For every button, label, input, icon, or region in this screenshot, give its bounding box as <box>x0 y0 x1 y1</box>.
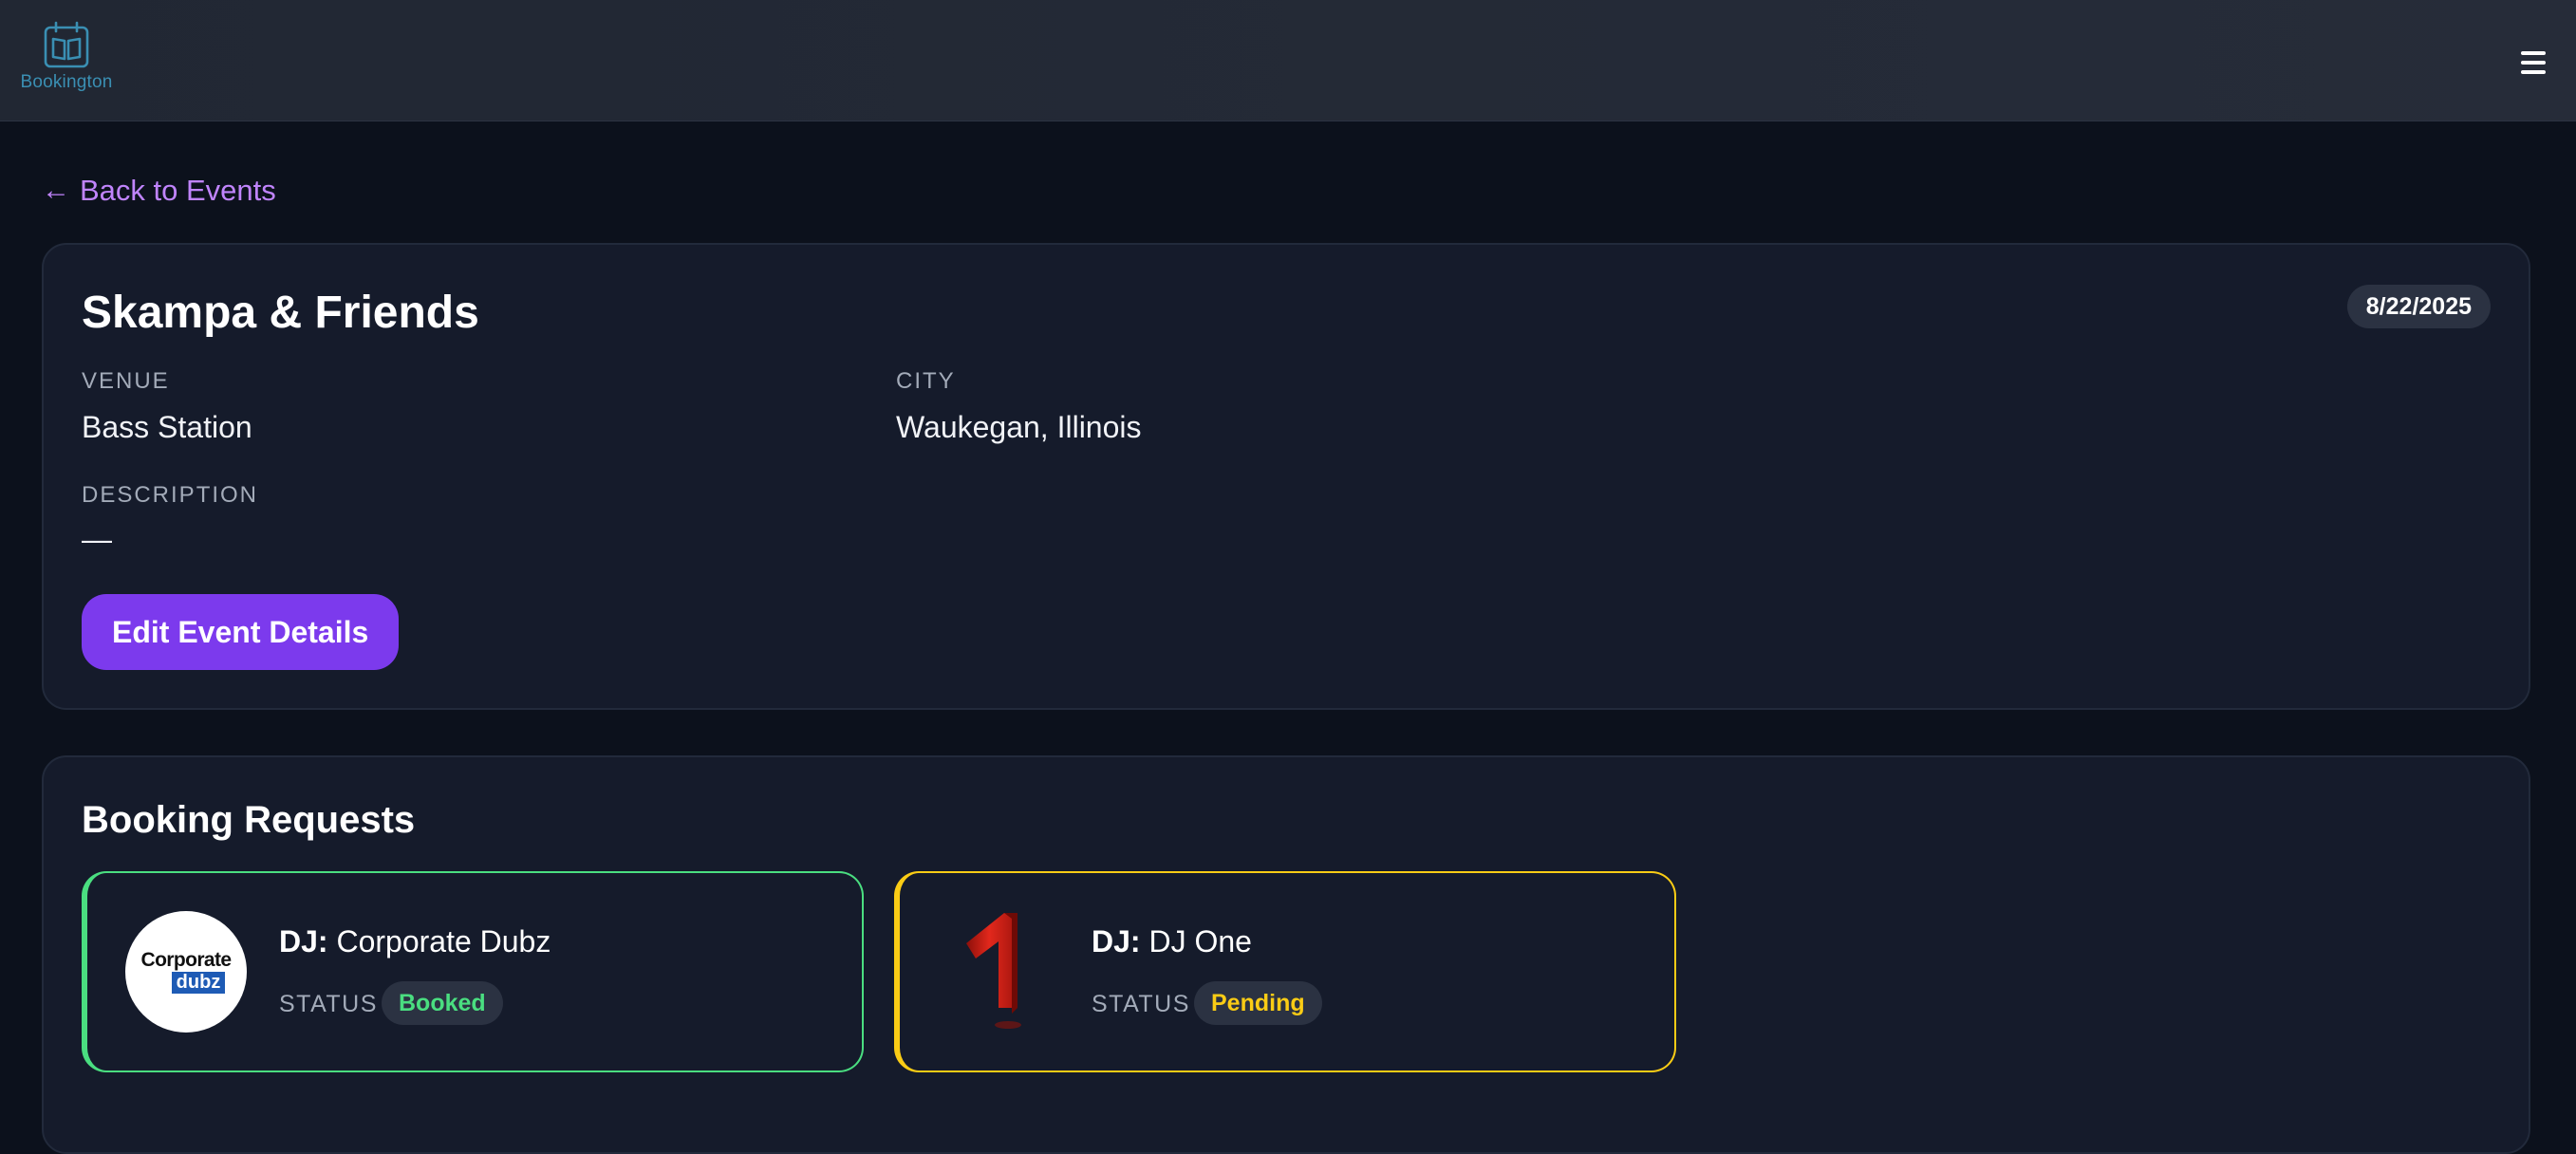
event-details-card: Skampa & Friends 8/22/2025 VENUE Bass St… <box>42 243 2530 710</box>
description-value: — <box>82 522 112 556</box>
dj-avatar: Corporate dubz <box>125 911 247 1033</box>
avatar-logo-text: Corporate <box>140 949 233 971</box>
status-badge: Pending <box>1194 981 1322 1025</box>
back-link-label: Back to Events <box>80 174 276 207</box>
arrow-left-icon: ← <box>42 175 70 206</box>
dj-name-value: Corporate Dubz <box>336 924 551 959</box>
status-badge: Booked <box>382 981 503 1025</box>
top-navbar: Bookington <box>0 0 2576 121</box>
booking-requests-card: Booking Requests Corporate dubz DJ: Corp… <box>42 755 2530 1154</box>
dj-name: DJ: DJ One <box>1092 924 1252 959</box>
red-number-one-logo <box>966 913 1021 1029</box>
event-date-badge: 8/22/2025 <box>2346 285 2491 328</box>
booking-requests-title: Booking Requests <box>82 799 416 841</box>
venue-label: VENUE <box>82 368 170 394</box>
event-title: Skampa & Friends <box>82 288 479 338</box>
description-label: DESCRIPTION <box>82 482 259 508</box>
app-name: Bookington <box>20 72 113 92</box>
back-to-events-link[interactable]: ← Back to Events <box>42 171 276 211</box>
status-label: STATUS <box>279 991 378 1017</box>
venue-value: Bass Station <box>82 410 252 444</box>
dj-prefix: DJ: <box>1092 924 1141 959</box>
status-label: STATUS <box>1092 991 1190 1017</box>
city-label: CITY <box>896 368 956 394</box>
hamburger-menu-icon[interactable] <box>2521 51 2546 74</box>
dj-name: DJ: Corporate Dubz <box>279 924 551 959</box>
booking-request-corporate-dubz[interactable]: Corporate dubz DJ: Corporate Dubz STATUS… <box>82 871 864 1072</box>
booking-request-dj-one[interactable]: DJ: DJ One STATUS Pending <box>894 871 1676 1072</box>
edit-event-details-button[interactable]: Edit Event Details <box>82 594 400 670</box>
calendar-book-icon <box>44 21 89 68</box>
city-value: Waukegan, Illinois <box>896 410 1142 444</box>
avatar-logo-text: dubz <box>171 972 226 994</box>
dj-prefix: DJ: <box>279 924 328 959</box>
app-logo[interactable]: Bookington <box>17 21 116 101</box>
dj-name-value: DJ One <box>1148 924 1252 959</box>
